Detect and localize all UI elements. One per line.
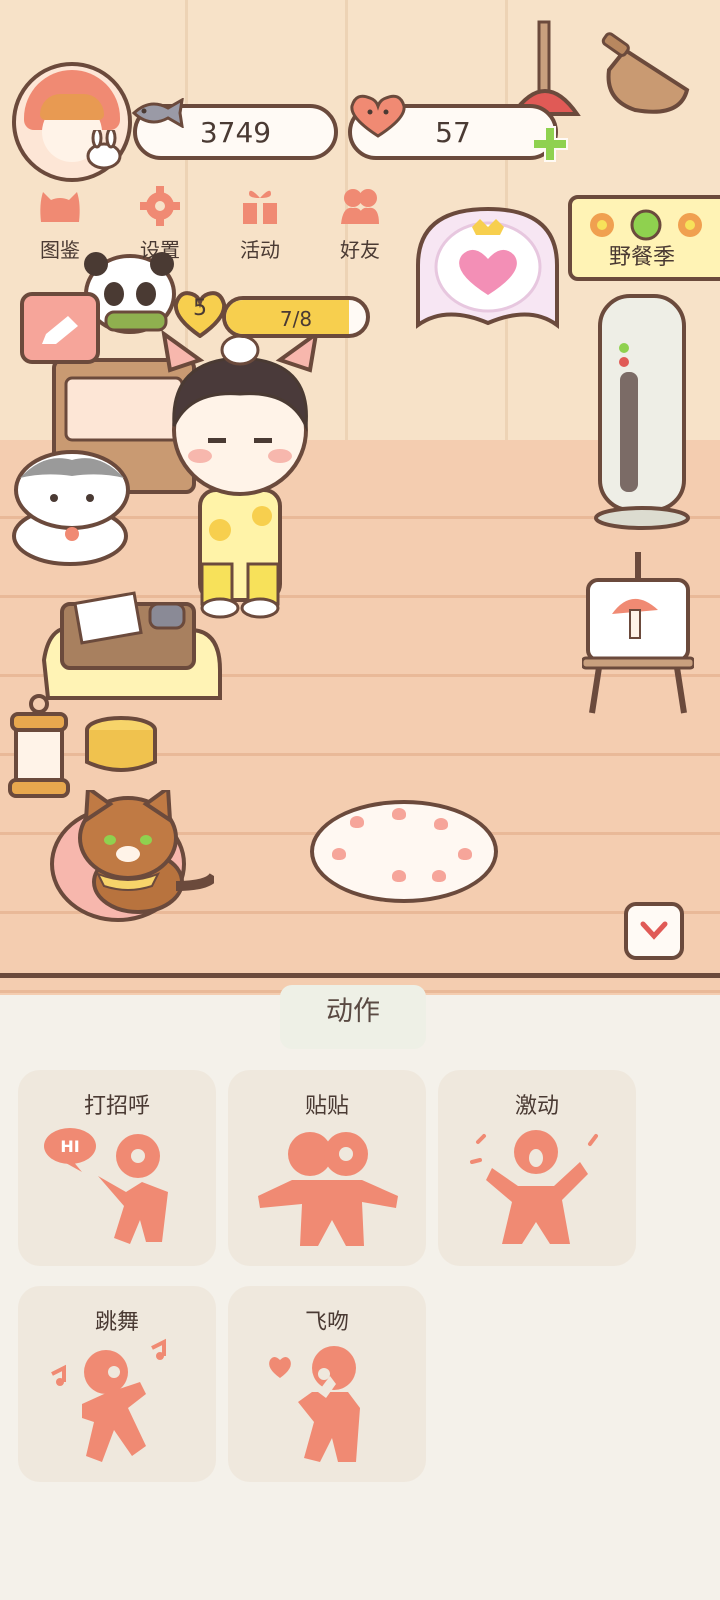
level-progress-bar: 7/8 <box>222 296 370 338</box>
action-label: 跳舞 <box>94 1310 139 1335</box>
excited-icon <box>470 1130 598 1244</box>
menu-events-label: 活动 <box>240 238 280 262</box>
bunny-icon <box>86 130 122 170</box>
gear-icon <box>140 186 180 226</box>
wave-hi-icon: HI <box>44 1128 168 1244</box>
stool-furniture <box>85 716 157 772</box>
player-level: 5 <box>193 296 207 321</box>
easel-painting-furniture[interactable] <box>582 548 694 718</box>
blow-kiss-icon <box>269 1346 360 1462</box>
grey-white-cat[interactable] <box>4 448 134 566</box>
flower-apple-icon <box>590 209 702 241</box>
menu-friends-button[interactable]: 好友 <box>318 186 402 266</box>
dustpan-decor <box>601 32 690 114</box>
diary-edit-button[interactable] <box>20 292 100 364</box>
player-character[interactable] <box>150 330 330 620</box>
menu-events-button[interactable]: 活动 <box>218 186 302 266</box>
action-card-blow-kiss[interactable]: 飞吻 <box>228 1286 426 1482</box>
level-progress-text: 7/8 <box>279 307 313 331</box>
pencil-icon <box>42 316 78 344</box>
fish-currency-value: 3749 <box>199 115 272 149</box>
chevron-down-icon <box>640 921 668 940</box>
lantern-decor <box>8 694 70 798</box>
heart-currency-value: 57 <box>435 115 471 149</box>
hug-icon <box>258 1132 398 1246</box>
heart-icon <box>350 94 406 138</box>
action-card-cuddle[interactable]: 贴贴 <box>228 1070 426 1266</box>
picnic-season-event-banner[interactable]: 野餐季 <box>568 195 720 281</box>
low-table-furniture[interactable] <box>40 590 225 708</box>
action-label: 飞吻 <box>304 1310 349 1335</box>
air-purifier-furniture[interactable] <box>592 292 692 532</box>
menu-settings-label: 设置 <box>140 238 180 262</box>
gift-icon <box>241 190 279 224</box>
action-label: 贴贴 <box>304 1094 349 1119</box>
menu-friends-label: 好友 <box>340 238 380 262</box>
round-rug[interactable] <box>310 800 498 903</box>
menu-collection-label: 图鉴 <box>40 238 80 262</box>
event-banner-label: 野餐季 <box>608 245 675 270</box>
action-card-dance[interactable]: 跳舞 <box>18 1286 216 1482</box>
add-hearts-plus-icon[interactable] <box>530 124 570 164</box>
action-label: 激动 <box>514 1094 559 1119</box>
game-scene[interactable]: 3749 57 图鉴 设置 活动 好友 野餐季 5 7/8 <box>0 0 720 995</box>
collapse-panel-button[interactable] <box>624 902 684 960</box>
dance-icon <box>51 1338 166 1462</box>
scene-panel-divider <box>0 973 720 978</box>
action-card-excited[interactable]: 激动 <box>438 1070 636 1266</box>
actions-panel-title: 动作 <box>280 985 426 1049</box>
friends-icon <box>341 189 379 224</box>
beanbag-with-tabby-cat[interactable] <box>48 790 214 924</box>
cat-face-icon <box>40 192 80 222</box>
menu-collection-button[interactable]: 图鉴 <box>18 186 102 266</box>
hi-bubble-text: HI <box>60 1137 79 1156</box>
action-label: 打招呼 <box>83 1094 150 1119</box>
action-card-greet[interactable]: 打招呼 HI <box>18 1070 216 1266</box>
fish-icon <box>131 98 184 128</box>
heart-mirror-furniture[interactable] <box>410 205 565 335</box>
menu-settings-button[interactable]: 设置 <box>118 186 202 266</box>
